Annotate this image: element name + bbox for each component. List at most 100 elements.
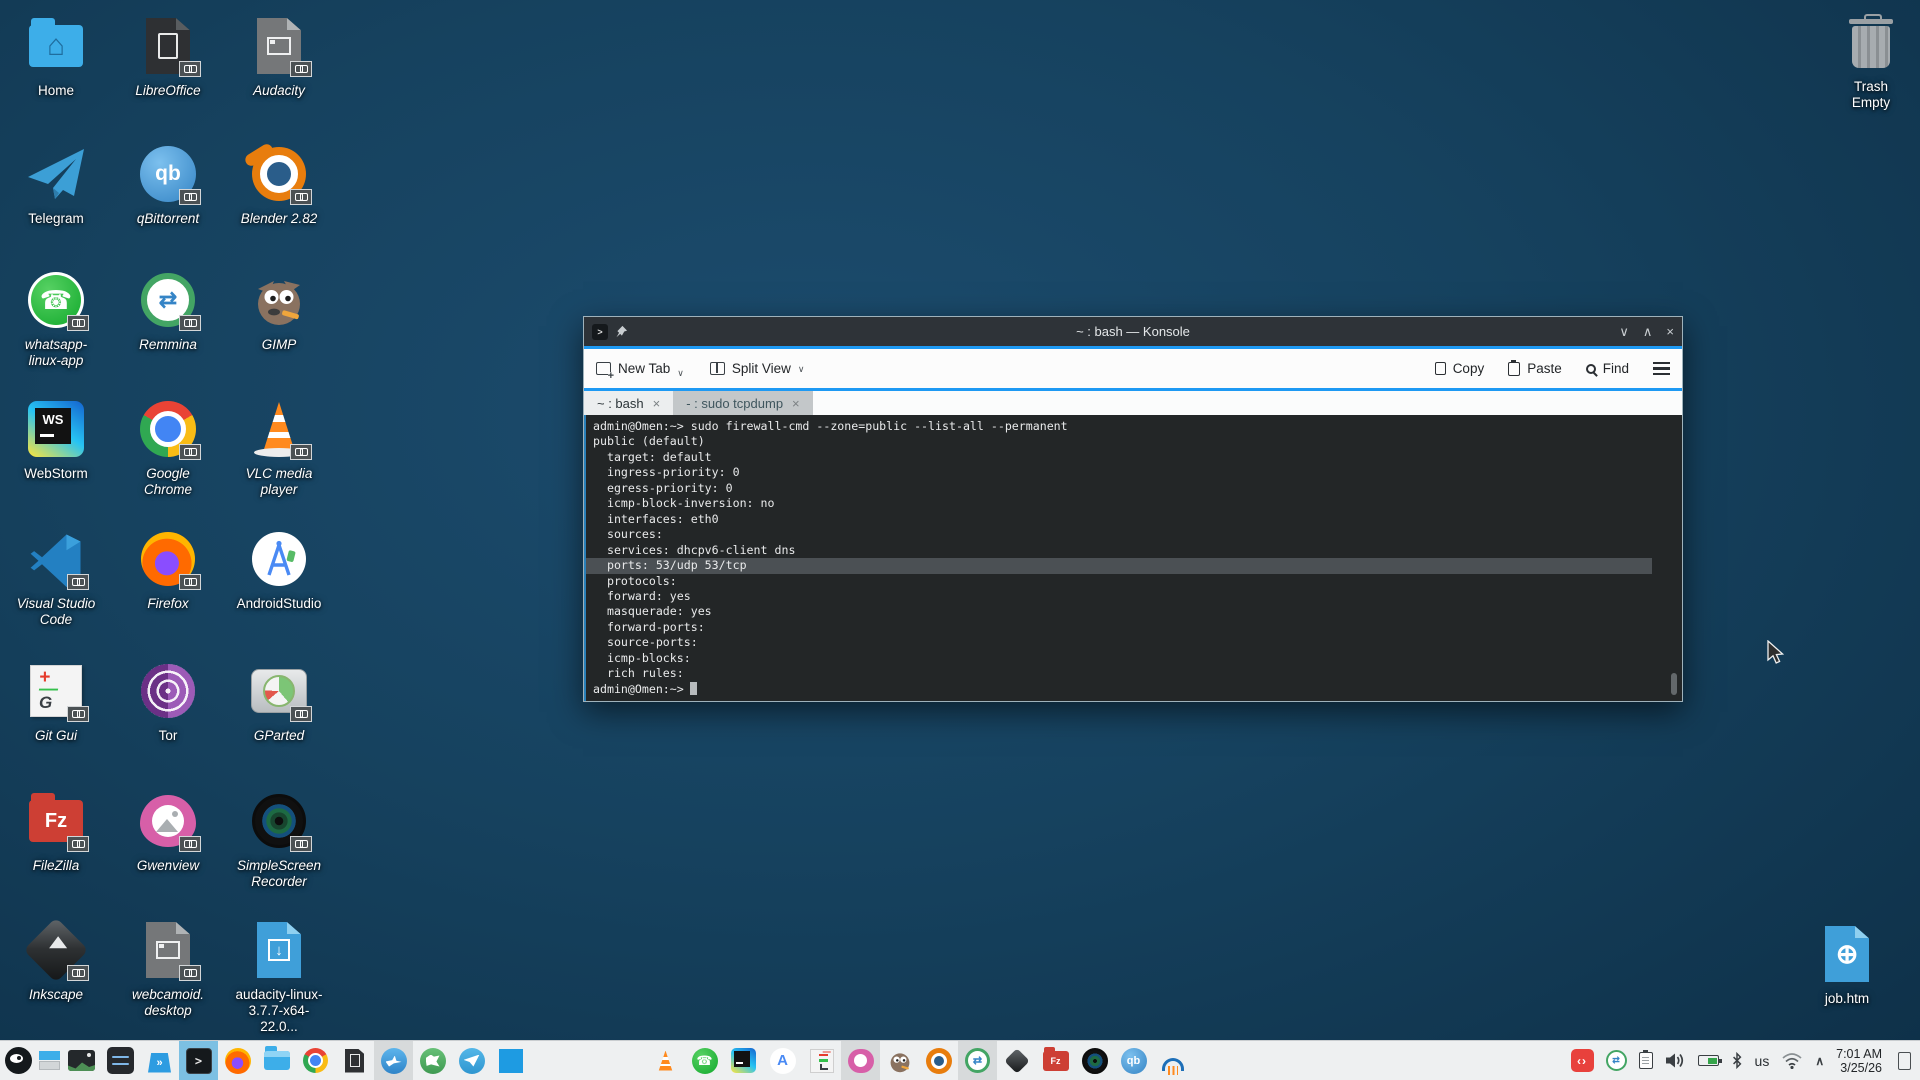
desktop-icon-label: LibreOffice	[121, 83, 215, 99]
pager-widget[interactable]	[36, 1041, 62, 1080]
taskbar-item-vlc[interactable]	[646, 1041, 685, 1080]
battery-icon[interactable]	[1698, 1055, 1719, 1066]
desktop-icon-audacity-installer[interactable]: ↓ audacity-linux- 3.7.7-x64-22.0...	[232, 918, 326, 1035]
wifi-icon[interactable]	[1781, 1052, 1803, 1069]
taskbar-item-libreoffice[interactable]	[335, 1041, 374, 1080]
taskbar-item-inkscape[interactable]	[997, 1041, 1036, 1080]
remmina-tray-icon[interactable]	[1606, 1050, 1627, 1071]
minimize-button[interactable]: ∨	[1619, 324, 1629, 340]
taskbar-item-chrome[interactable]	[296, 1041, 335, 1080]
taskbar-item-gimp[interactable]	[880, 1041, 919, 1080]
taskbar-item-gitgui[interactable]	[802, 1041, 841, 1080]
gimp-icon	[887, 1048, 913, 1074]
desktop-icon-firefox[interactable]: Firefox	[121, 527, 215, 612]
desktop-icon-ssr[interactable]: SimpleScreen Recorder	[232, 789, 326, 890]
desktop-icon-home[interactable]: ⌂ Home	[9, 14, 103, 99]
volume-icon[interactable]	[1665, 1052, 1686, 1069]
desktop-icon-tor[interactable]: Tor	[121, 659, 215, 744]
desktop-icon-androidstudio[interactable]: AndroidStudio	[232, 527, 326, 612]
desktop-icon-webstorm[interactable]: WS WebStorm	[9, 397, 103, 482]
desktop-icon-label: Tor	[121, 728, 215, 744]
taskbar-item-ssr[interactable]	[1075, 1041, 1114, 1080]
maximize-button[interactable]: ∧	[1643, 324, 1653, 340]
split-view-button[interactable]: Split View ∨	[710, 361, 805, 376]
desktop-icon-blender[interactable]: Blender 2.82	[232, 142, 326, 227]
desktop-icon-filezilla[interactable]: Fz FileZilla	[9, 789, 103, 874]
desktop-icon-webcamoid[interactable]: webcamoid. desktop	[121, 918, 215, 1019]
taskbar-item-androidstudio[interactable]: A	[763, 1041, 802, 1080]
taskbar-item-blender[interactable]	[919, 1041, 958, 1080]
taskbar-item-firefox[interactable]	[218, 1041, 257, 1080]
taskbar-item-gwenview-open[interactable]	[841, 1041, 880, 1080]
tray-app-icon-red[interactable]	[1571, 1049, 1594, 1072]
desktop-icon-inkscape[interactable]: Inkscape	[9, 918, 103, 1003]
taskbar-item-green-app[interactable]	[413, 1041, 452, 1080]
clipboard-icon[interactable]	[1639, 1052, 1653, 1069]
taskbar-item-telegram[interactable]	[452, 1041, 491, 1080]
desktop-icon-label: audacity-linux- 3.7.7-x64-22.0...	[232, 987, 326, 1035]
taskbar-item-dolphin[interactable]	[257, 1041, 296, 1080]
desktop-icon-gparted[interactable]: GParted	[232, 659, 326, 744]
tab-bash[interactable]: ~ : bash ×	[584, 391, 673, 415]
taskbar-item-konsole-active[interactable]: >	[179, 1041, 218, 1080]
chevron-down-icon: ∨	[798, 364, 805, 375]
taskbar-item-qbittorrent[interactable]: qb	[1114, 1041, 1153, 1080]
desktop-icon-gitgui[interactable]: +—G Git Gui	[9, 659, 103, 744]
taskbar-item-system-settings[interactable]	[101, 1041, 140, 1080]
taskbar-item-whatsapp[interactable]: ☎	[685, 1041, 724, 1080]
desktop-icon-label: Remmina	[121, 337, 215, 353]
close-tab-icon[interactable]: ×	[653, 396, 661, 411]
application-launcher-button[interactable]	[0, 1041, 36, 1080]
desktop-icon-job-htm[interactable]: ⊕ job.htm	[1800, 922, 1894, 1007]
find-button[interactable]: Find	[1586, 361, 1629, 376]
paste-button[interactable]: Paste	[1508, 361, 1562, 376]
desktop-icon-label: whatsapp-linux-app	[9, 337, 103, 369]
taskbar-item-filezilla[interactable]: Fz	[1036, 1041, 1075, 1080]
gimp-icon	[250, 271, 308, 329]
desktop-icon-chrome[interactable]: Google Chrome	[121, 397, 215, 498]
copy-button[interactable]: Copy	[1435, 361, 1485, 376]
terminal-output[interactable]: admin@Omen:~> sudo firewall-cmd --zone=p…	[584, 415, 1682, 701]
new-tab-button[interactable]: New Tab ∨	[596, 361, 684, 376]
taskbar-item-audacity[interactable]	[1153, 1041, 1192, 1080]
hamburger-menu-button[interactable]	[1653, 362, 1670, 375]
gwenview-icon	[848, 1049, 874, 1073]
desktop-icon-trash[interactable]: Trash Empty	[1824, 10, 1918, 111]
titlebar[interactable]: > ~ : bash — Konsole ∨ ∧ ×	[584, 317, 1682, 346]
desktop-icon-whatsapp[interactable]: ☎ whatsapp-linux-app	[9, 268, 103, 369]
desktop-icon-audacity[interactable]: Audacity	[232, 14, 326, 99]
system-settings-icon	[107, 1047, 134, 1074]
desktop-icon-telegram[interactable]: Telegram	[9, 142, 103, 227]
desktop-icon-vscode[interactable]: Visual Studio Code	[9, 527, 103, 628]
desktop-icon-qbittorrent[interactable]: qb qBittorrent	[121, 142, 215, 227]
desktop-icon-gimp[interactable]: GIMP	[232, 268, 326, 353]
clock-widget[interactable]: 7:01 AM 3/25/26	[1836, 1047, 1882, 1075]
desktop-icon-libreoffice[interactable]: LibreOffice	[121, 14, 215, 99]
telegram-icon	[26, 147, 86, 201]
tab-sudo-tcpdump[interactable]: - : sudo tcpdump ×	[673, 391, 812, 415]
terminal-line: services: dhcpv6-client dns	[586, 543, 1652, 558]
close-button[interactable]: ×	[1666, 324, 1674, 340]
desktop-icon-vlc[interactable]: VLC media player	[232, 397, 326, 498]
green-mascot-app-icon	[420, 1048, 446, 1074]
taskbar-item-discover[interactable]: »	[140, 1041, 179, 1080]
taskbar-item-remmina-open[interactable]: ⇄	[958, 1041, 997, 1080]
tray-expander-icon[interactable]: ∧	[1815, 1054, 1824, 1068]
desktop-icon-gwenview[interactable]: Gwenview	[121, 789, 215, 874]
show-desktop-button[interactable]	[1898, 1052, 1911, 1070]
desktop-icon-remmina[interactable]: ⇄ Remmina	[121, 268, 215, 353]
taskbar-item-vscode[interactable]	[491, 1041, 530, 1080]
virtual-desktop-pager-icon	[39, 1051, 60, 1070]
webstorm-icon: WS	[28, 401, 84, 457]
terminal-line: public (default)	[586, 434, 1652, 449]
bluetooth-icon[interactable]	[1731, 1052, 1743, 1069]
terminal-line: icmp-block-inversion: no	[586, 496, 1652, 511]
taskbar-item-webstorm[interactable]	[724, 1041, 763, 1080]
taskbar-item-falkon-open[interactable]	[374, 1041, 413, 1080]
terminal-line: masquerade: yes	[586, 604, 1652, 619]
scrollbar-handle[interactable]	[1671, 673, 1677, 695]
terminal-line: forward: yes	[586, 589, 1652, 604]
keyboard-layout-indicator[interactable]: us	[1755, 1053, 1770, 1069]
close-tab-icon[interactable]: ×	[792, 396, 800, 411]
taskbar-item-image-app[interactable]	[62, 1041, 101, 1080]
